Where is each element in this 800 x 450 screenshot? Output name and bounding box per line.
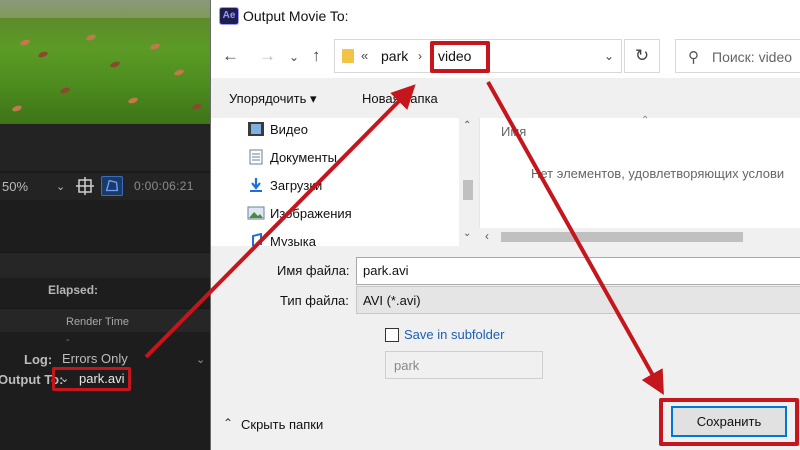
zoom-level[interactable]: 50% xyxy=(2,179,28,194)
folder-icon xyxy=(342,49,354,63)
composition-preview xyxy=(0,0,210,124)
download-icon xyxy=(250,178,262,192)
path-breadcrumb[interactable]: « park › video ⌄ xyxy=(334,39,622,73)
file-list: ⌃ Имя Нет элементов, удовлетворяющих усл… xyxy=(479,115,800,246)
scroll-up-icon[interactable]: ⌃ xyxy=(463,120,471,131)
nav-scrollbar[interactable]: ⌃ ⌄ xyxy=(459,118,477,246)
organize-button[interactable]: Упорядочить ▾ xyxy=(229,91,317,107)
nav-item-label: Музыка xyxy=(270,234,316,246)
nav-item-label: Видео xyxy=(270,122,308,137)
chevron-down-icon[interactable]: ⌄ xyxy=(196,353,205,366)
after-effects-panel: 50% ⌄ 0:00:06:21 Elapsed: Render Time - … xyxy=(0,0,210,450)
back-arrow-icon[interactable]: ← xyxy=(222,46,239,66)
breadcrumb-overflow[interactable]: « xyxy=(361,48,368,63)
leaf xyxy=(127,96,139,105)
hide-folders-button[interactable]: Скрыть папки xyxy=(241,417,323,432)
leaf xyxy=(19,38,31,47)
filetype-label: Тип файла: xyxy=(280,293,349,308)
render-queue-bar xyxy=(0,252,210,278)
elapsed-label: Elapsed: xyxy=(48,283,99,297)
recent-locations-chevron-icon[interactable]: ⌄ xyxy=(289,50,299,64)
pictures-icon xyxy=(247,206,265,220)
filetype-select[interactable]: AVI (*.avi) xyxy=(356,286,800,314)
leaf xyxy=(59,86,71,95)
chevron-up-icon[interactable]: ⌃ xyxy=(223,416,233,430)
scrollbar-thumb[interactable] xyxy=(463,180,473,200)
save-in-subfolder-label[interactable]: Save in subfolder xyxy=(404,327,504,342)
filename-label: Имя файла: xyxy=(277,263,350,278)
nav-item-label: Документы xyxy=(270,150,338,165)
save-in-subfolder-checkbox[interactable] xyxy=(385,328,399,342)
leaf xyxy=(37,50,49,59)
log-label: Log: xyxy=(24,352,53,367)
viewer-toolbar: 50% ⌄ 0:00:06:21 xyxy=(0,172,210,200)
new-folder-button[interactable]: Новая папка xyxy=(362,91,438,106)
panel-gap xyxy=(0,124,210,172)
leaf xyxy=(191,102,203,111)
chevron-down-icon[interactable]: ⌄ xyxy=(60,372,69,385)
column-header-name[interactable]: Имя xyxy=(501,124,526,139)
filename-field[interactable]: park.avi xyxy=(356,257,800,285)
subfolder-name-field[interactable]: park xyxy=(385,351,543,379)
refresh-button[interactable]: ↻ xyxy=(624,39,660,73)
chevron-down-icon[interactable]: ⌄ xyxy=(56,180,65,193)
chevron-right-icon[interactable]: › xyxy=(418,49,422,63)
refresh-icon: ↻ xyxy=(634,46,650,65)
dialog-title: Output Movie To: xyxy=(243,8,349,24)
save-button[interactable]: Сохранить xyxy=(671,406,787,437)
music-icon xyxy=(252,233,262,246)
dialog-titlebar: Ae Output Movie To: xyxy=(211,0,800,34)
scroll-left-icon[interactable]: ‹ xyxy=(485,229,489,243)
documents-icon xyxy=(249,149,263,165)
address-bar: ← → ⌄ ↑ « park › video ⌄ ↻ ⚲ Поиск: vide… xyxy=(211,34,800,78)
render-time-value: - xyxy=(66,334,70,346)
video-folder-icon xyxy=(248,122,264,136)
breadcrumb-park[interactable]: park xyxy=(381,48,408,64)
search-input[interactable]: ⚲ Поиск: video xyxy=(675,39,800,73)
after-effects-logo-icon: Ae xyxy=(219,7,239,25)
search-placeholder: Поиск: video xyxy=(712,49,793,65)
leaf xyxy=(11,104,23,113)
nav-item-label: Изображения xyxy=(270,206,352,221)
sort-indicator-icon: ⌃ xyxy=(641,115,650,126)
grid-icon[interactable] xyxy=(76,177,94,195)
leaf xyxy=(149,42,161,51)
search-icon: ⚲ xyxy=(688,49,699,66)
scroll-down-icon[interactable]: ⌄ xyxy=(463,228,471,239)
log-select[interactable]: Errors Only xyxy=(62,351,128,366)
chevron-down-icon[interactable]: ⌄ xyxy=(604,49,614,63)
render-time-header: Render Time xyxy=(66,316,129,328)
command-bar: Упорядочить ▾ Новая папка xyxy=(211,78,800,118)
scrollbar-thumb[interactable] xyxy=(501,232,743,242)
preview-sky xyxy=(0,0,210,18)
pane-divider xyxy=(479,118,480,246)
output-file-link[interactable]: park.avi xyxy=(79,371,125,386)
navigation-pane: Видео Документы Загрузки Изображения Муз… xyxy=(211,118,477,246)
leaf xyxy=(85,33,97,42)
up-arrow-icon[interactable]: ↑ xyxy=(312,46,321,66)
nav-item-label: Загрузки xyxy=(270,178,323,193)
save-dialog: Ae Output Movie To: ← → ⌄ ↑ « park › vid… xyxy=(210,0,800,450)
horizontal-scrollbar[interactable]: ‹ xyxy=(479,228,800,246)
timecode[interactable]: 0:00:06:21 xyxy=(134,179,194,193)
leaf xyxy=(109,60,121,69)
breadcrumb-video[interactable]: video xyxy=(438,48,471,64)
empty-folder-message: Нет элементов, удовлетворяющих услови xyxy=(531,166,785,181)
leaf xyxy=(173,68,185,77)
mask-visibility-icon[interactable] xyxy=(101,176,123,196)
forward-arrow-icon[interactable]: → xyxy=(259,46,276,66)
